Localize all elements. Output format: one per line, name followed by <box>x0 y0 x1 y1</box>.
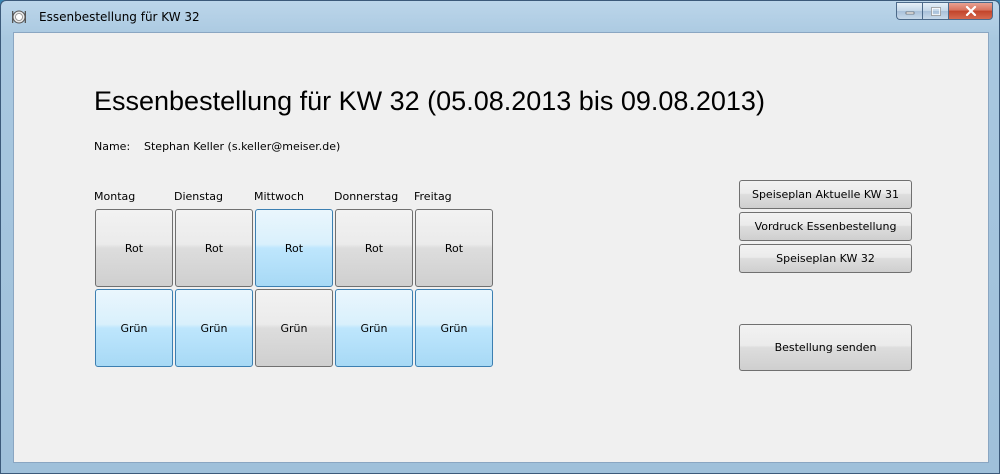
gruen-label: Grün <box>200 321 228 335</box>
rot-button-freitag[interactable]: Rot <box>415 209 493 287</box>
caption-buttons <box>896 2 993 21</box>
day-label-freitag: Freitag <box>414 190 452 203</box>
rot-label: Rot <box>364 241 384 255</box>
maximize-icon <box>930 6 941 16</box>
food-plate-icon <box>12 10 26 24</box>
minimize-icon <box>905 11 914 15</box>
speiseplan-aktuell-button[interactable]: Speiseplan Aktuelle KW 31 <box>739 180 912 209</box>
gruen-label: Grün <box>120 321 148 335</box>
day-label-montag: Montag <box>94 190 136 203</box>
rot-label: Rot <box>204 241 224 255</box>
rot-button-montag[interactable]: Rot <box>95 209 173 287</box>
vordruck-button[interactable]: Vordruck Essenbestellung <box>739 212 912 241</box>
window-title: Essenbestellung für KW 32 <box>39 10 200 24</box>
bestellung-senden-button[interactable]: Bestellung senden <box>739 324 912 371</box>
day-label-mittwoch: Mittwoch <box>254 190 304 203</box>
gruen-button-montag[interactable]: Grün <box>95 289 173 367</box>
name-value: Stephan Keller (s.keller@meiser.de) <box>144 140 341 153</box>
speiseplan-kw32-button[interactable]: Speiseplan KW 32 <box>739 244 912 273</box>
gruen-button-mittwoch[interactable]: Grün <box>255 289 333 367</box>
close-icon <box>965 6 976 16</box>
gruen-label: Grün <box>440 321 468 335</box>
maximize-button[interactable] <box>922 2 948 20</box>
minimize-button[interactable] <box>896 2 922 20</box>
rot-button-dienstag[interactable]: Rot <box>175 209 253 287</box>
gruen-button-freitag[interactable]: Grün <box>415 289 493 367</box>
title-bar[interactable]: Essenbestellung für KW 32 <box>1 1 999 31</box>
name-label: Name: <box>94 140 131 153</box>
close-button[interactable] <box>948 2 993 20</box>
gruen-button-dienstag[interactable]: Grün <box>175 289 253 367</box>
rot-button-donnerstag[interactable]: Rot <box>335 209 413 287</box>
rot-label: Rot <box>284 241 304 255</box>
day-label-dienstag: Dienstag <box>174 190 224 203</box>
rot-label: Rot <box>444 241 464 255</box>
app-window: Essenbestellung für KW 32 Essenbestellun… <box>0 0 1000 474</box>
day-label-donnerstag: Donnerstag <box>334 190 399 203</box>
gruen-label: Grün <box>360 321 388 335</box>
page-title: Essenbestellung für KW 32 (05.08.2013 bi… <box>94 86 765 116</box>
window-client-area: Essenbestellung für KW 32 (05.08.2013 bi… <box>13 32 989 463</box>
rot-label: Rot <box>124 241 144 255</box>
rot-button-mittwoch[interactable]: Rot <box>255 209 333 287</box>
gruen-label: Grün <box>280 321 308 335</box>
gruen-button-donnerstag[interactable]: Grün <box>335 289 413 367</box>
